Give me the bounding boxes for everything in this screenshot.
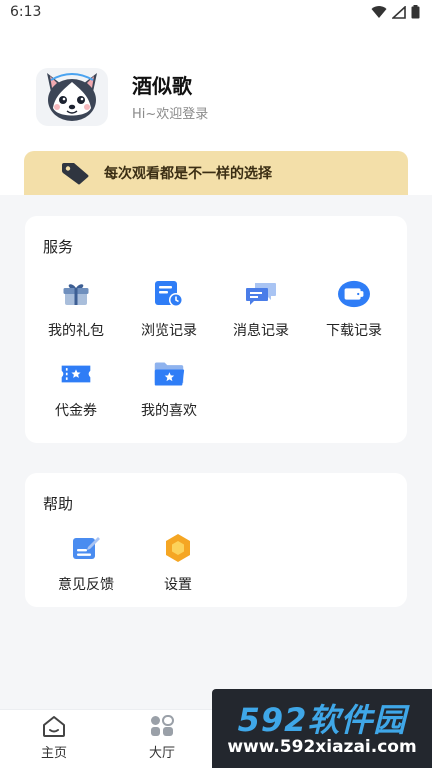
service-label-gifts: 我的礼包 xyxy=(48,323,104,339)
watermark-url: www.592xiazai.com xyxy=(227,737,417,757)
nav-item-hall[interactable]: 大厅 xyxy=(132,714,192,761)
service-label-downloads: 下载记录 xyxy=(326,323,382,339)
profile-section[interactable]: 酒似歌 Hi~欢迎登录 xyxy=(36,68,208,126)
service-item-favorites[interactable]: 我的喜欢 xyxy=(123,358,215,420)
service-label-coupons: 代金券 xyxy=(55,403,97,419)
service-label-history: 浏览记录 xyxy=(141,323,197,339)
watermark-logo: 592软件园 xyxy=(237,701,407,739)
husky-avatar-icon xyxy=(47,73,97,121)
hall-icon xyxy=(151,715,174,736)
service-label-favorites: 我的喜欢 xyxy=(141,403,197,419)
feedback-icon xyxy=(70,532,102,564)
history-icon xyxy=(153,278,185,310)
avatar[interactable] xyxy=(36,68,108,126)
favorite-folder-icon xyxy=(153,358,185,390)
coupon-icon xyxy=(60,358,92,390)
watermark: 592软件园 www.592xiazai.com xyxy=(212,689,432,768)
help-item-settings[interactable]: 设置 xyxy=(132,532,224,594)
signal-icon xyxy=(392,5,406,19)
login-hint[interactable]: Hi~欢迎登录 xyxy=(132,103,208,122)
help-label-feedback: 意见反馈 xyxy=(58,577,114,593)
username[interactable]: 酒似歌 xyxy=(132,73,208,99)
nav-label-home: 主页 xyxy=(40,746,67,761)
nav-label-hall: 大厅 xyxy=(148,746,175,761)
service-item-coupons[interactable]: 代金券 xyxy=(30,358,122,420)
nav-item-home[interactable]: 主页 xyxy=(24,714,84,761)
tag-icon xyxy=(60,161,90,185)
home-icon xyxy=(43,716,65,737)
service-item-downloads[interactable]: 下载记录 xyxy=(308,278,400,340)
status-bar: 6:13 xyxy=(0,0,432,24)
wifi-icon xyxy=(371,5,387,18)
help-title: 帮助 xyxy=(43,495,74,513)
service-item-messages[interactable]: 消息记录 xyxy=(215,278,307,340)
battery-icon xyxy=(411,5,420,19)
settings-icon xyxy=(162,532,194,564)
service-item-history[interactable]: 浏览记录 xyxy=(123,278,215,340)
help-item-feedback[interactable]: 意见反馈 xyxy=(40,532,132,594)
vip-banner[interactable]: 每次观看都是不一样的选择 xyxy=(24,151,408,195)
message-icon xyxy=(245,278,277,310)
vip-banner-text: 每次观看都是不一样的选择 xyxy=(104,166,272,182)
help-label-settings: 设置 xyxy=(164,577,192,593)
status-icons xyxy=(371,5,420,19)
status-time: 6:13 xyxy=(10,4,42,20)
service-item-gifts[interactable]: 我的礼包 xyxy=(30,278,122,340)
service-label-messages: 消息记录 xyxy=(233,323,289,339)
download-icon xyxy=(338,278,370,310)
help-card: 帮助 意见反馈 设置 xyxy=(25,473,407,607)
services-title: 服务 xyxy=(43,238,74,256)
services-card: 服务 我的礼包 浏览记录 消息记录 下载记录 代金券 我的喜欢 xyxy=(25,216,407,443)
gift-icon xyxy=(60,278,92,310)
